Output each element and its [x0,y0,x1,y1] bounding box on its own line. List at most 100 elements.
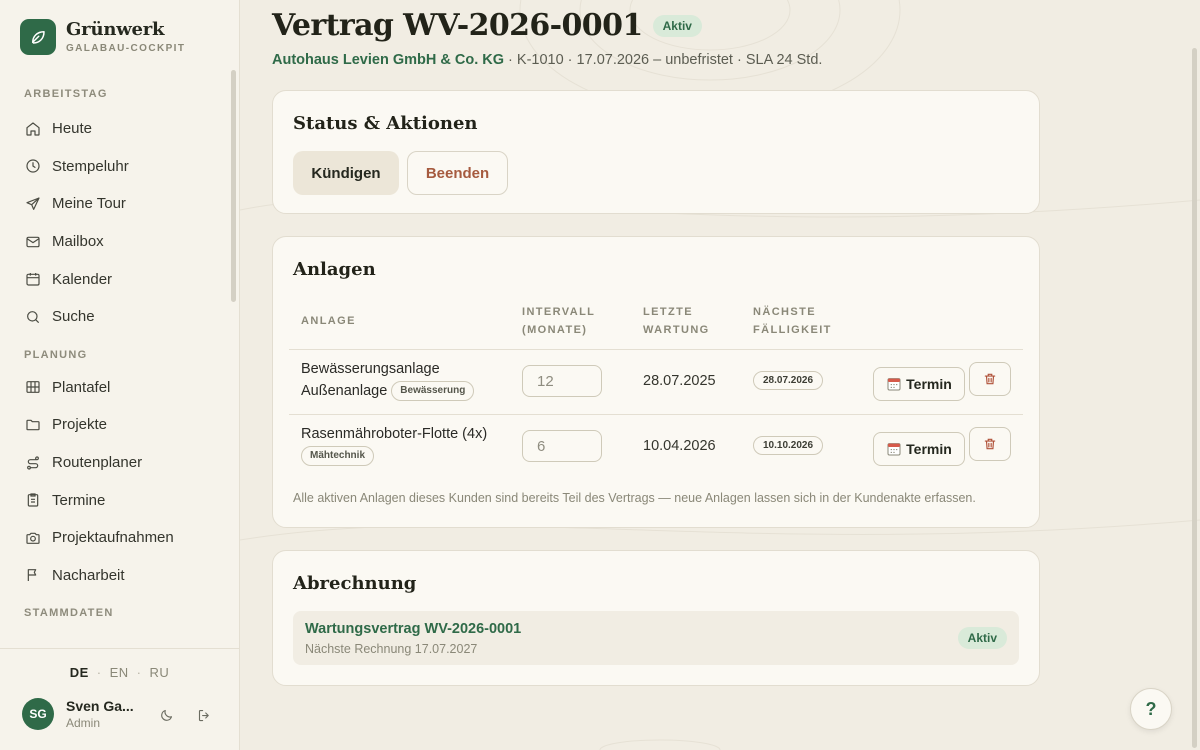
column-header-next-due: NÄCHSTE FÄLLIGKEIT [753,306,832,336]
nav-section-arbeitstag: ARBEITSTAG [24,88,108,100]
sidebar-item-projektaufnahmen[interactable]: Projektaufnahmen [0,519,240,557]
button-label: Termin [906,441,952,457]
trash-icon [983,437,997,451]
assets-note: Alle aktiven Anlagen dieses Kunden sind … [293,491,976,505]
page-title: Vertrag WV-2026-0001 [272,8,643,43]
last-maintenance-date: 28.07.2025 [643,373,716,389]
status-badge: Aktiv [652,14,702,37]
billing-card: Abrechnung Wartungsvertrag WV-2026-0001 … [272,550,1040,686]
asset-name: Rasenmähroboter-Flotte (4x) [301,426,488,442]
folder-icon [24,416,42,434]
sidebar-item-label: Suche [52,308,95,326]
sidebar-item-routenplaner[interactable]: Routenplaner [0,444,240,482]
user-profile[interactable]: SG Sven Ga... Admin [22,698,142,730]
sidebar-item-label: Kalender [52,270,113,288]
interval-input[interactable]: 6 [522,430,602,462]
flag-icon [24,566,42,584]
trash-icon [983,372,997,386]
lang-ru[interactable]: RU [150,665,170,680]
end-contract-button[interactable]: Beenden [407,151,508,195]
next-due-badge: 10.10.2026 [753,436,824,455]
sidebar: Grünwerk GALABAU-COCKPIT ARBEITSTAG Heut… [0,0,240,750]
page-header: Vertrag WV-2026-0001 Aktiv [272,8,702,43]
sidebar-item-meine-tour[interactable]: Meine Tour [0,185,240,223]
schedule-appointment-button[interactable]: Termin [873,367,965,401]
status-actions-card: Status & Aktionen Kündigen Beenden [272,90,1040,214]
sidebar-item-label: Stempeluhr [52,157,129,175]
category-tag: Bewässerung [391,381,475,402]
status-badge: Aktiv [957,627,1007,649]
lang-en[interactable]: EN [110,665,129,680]
interval-input[interactable]: 12 [522,365,602,397]
last-maintenance-date: 10.04.2026 [643,438,716,454]
brand-subtitle: GALABAU-COCKPIT [66,43,186,54]
page-subtitle: Autohaus Levien GmbH & Co. KG · K-1010 ·… [272,52,822,68]
leaf-logo-icon [20,19,56,55]
delete-asset-button[interactable] [969,427,1011,461]
table-row: Bewässerungsanlage Außenanlage Bewässeru… [301,358,475,402]
sidebar-item-mailbox[interactable]: Mailbox [0,223,240,261]
nav-list: ARBEITSTAG Heute Stempeluhr Meine Tour M… [0,80,240,650]
sidebar-item-kalender[interactable]: Kalender [0,260,240,298]
sidebar-scrollbar[interactable] [231,70,236,302]
card-title: Status & Aktionen [293,113,478,134]
sidebar-item-suche[interactable]: Suche [0,298,240,336]
asset-name-cont: Außenanlage [301,383,388,399]
billing-item-next-invoice: Nächste Rechnung 17.07.2027 [305,642,478,656]
sidebar-item-label: Heute [52,120,93,138]
clipboard-icon [24,491,42,509]
delete-asset-button[interactable] [969,362,1011,396]
billing-item-title: Wartungsvertrag WV-2026-0001 [305,621,522,637]
sidebar-item-nacharbeit[interactable]: Nacharbeit [0,557,240,595]
sidebar-item-plantafel[interactable]: Plantafel [0,369,240,407]
clock-icon [24,157,42,175]
sidebar-item-label: Projekte [52,416,108,434]
sidebar-footer: DE · EN · RU SG Sven Ga... Admin [0,648,239,750]
avatar: SG [22,698,54,730]
assets-card: Anlagen ANLAGE INTERVALL (MONATE) LETZTE W… [272,236,1040,528]
nav-section-planung: PLANUNG [24,348,88,361]
divider [289,414,1023,415]
cancel-contract-button[interactable]: Kündigen [293,151,399,195]
main-content: Vertrag WV-2026-0001 Aktiv Autohaus Levi… [240,0,1200,750]
category-tag: Mähtechnik [301,446,375,467]
card-title: Abrechnung [293,573,417,594]
calendar-icon [886,441,902,457]
route-icon [24,454,42,472]
sidebar-item-termine[interactable]: Termine [0,481,240,519]
schedule-appointment-button[interactable]: Termin [873,432,965,466]
moon-icon[interactable] [156,705,176,725]
board-icon [24,378,42,396]
user-role: Admin [66,716,101,730]
calendar-icon [24,270,42,288]
brand-name: Grünwerk [66,19,165,40]
nav-section-stammdaten: STAMMDATEN [24,607,114,620]
user-name: Sven Ga... [66,698,134,714]
lang-de[interactable]: DE [70,665,89,680]
main-scrollbar[interactable] [1192,48,1197,748]
billing-item[interactable]: Wartungsvertrag WV-2026-0001 Nächste Rec… [293,611,1019,665]
home-icon [24,120,42,138]
column-header-last-maintenance: LETZTE WARTUNG [643,306,710,336]
sidebar-item-heute[interactable]: Heute [0,110,240,148]
help-button[interactable]: ? [1130,688,1172,730]
sidebar-item-projekte[interactable]: Projekte [0,406,240,444]
sidebar-item-label: Meine Tour [52,195,126,213]
next-due-badge: 28.07.2026 [753,371,824,390]
logout-icon[interactable] [194,705,214,725]
send-icon [24,195,42,213]
customer-link[interactable]: Autohaus Levien GmbH & Co. KG [272,52,504,68]
divider [289,349,1023,350]
sidebar-item-stempeluhr[interactable]: Stempeluhr [0,148,240,186]
sidebar-item-label: Nacharbeit [52,566,125,584]
asset-name: Bewässerungsanlage [301,361,440,377]
column-header-interval: INTERVALL (MONATE) [522,306,596,336]
brand[interactable]: Grünwerk GALABAU-COCKPIT [20,19,185,55]
language-switcher: DE · EN · RU [69,665,170,680]
button-label: Termin [906,376,952,392]
sidebar-item-label: Projektaufnahmen [52,529,174,547]
contract-meta: · K-1010 · 17.07.2026 – unbefristet · SL… [504,52,823,68]
sidebar-item-label: Mailbox [52,233,104,251]
table-row: Rasenmähroboter-Flotte (4x) Mähtechnik [301,423,487,467]
sidebar-item-label: Termine [52,491,106,509]
